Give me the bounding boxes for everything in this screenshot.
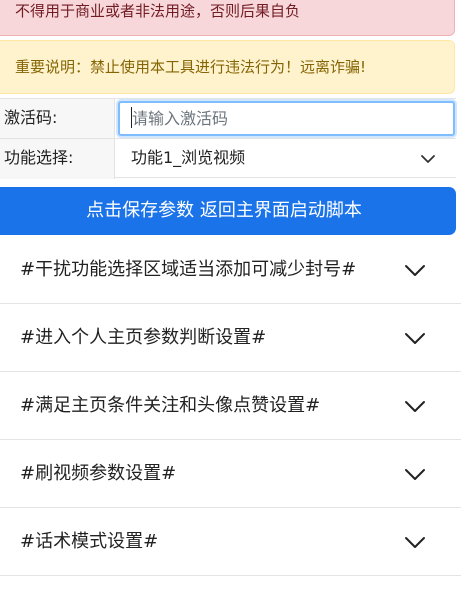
accordion-item-follow-like[interactable]: #满足主页条件关注和头像点赞设置# (0, 372, 461, 440)
disclaimer-text: 不得用于商业或者非法用途，否则后果自负 (15, 2, 301, 20)
chevron-down-icon (405, 469, 425, 480)
warning-text: 重要说明：禁止使用本工具进行违法行为！远离诈骗! (15, 58, 367, 76)
activation-row: 激活码: (0, 99, 456, 139)
chevron-down-icon (405, 333, 425, 344)
chevron-down-icon (405, 537, 425, 548)
activation-code-input[interactable] (118, 101, 455, 136)
activation-label-cell: 激活码: (0, 99, 115, 138)
function-select-row: 功能选择: 功能1_浏览视频 (0, 139, 456, 179)
text-caret (131, 107, 132, 128)
accordion-item-label: #干扰功能选择区域适当添加可减少封号# (20, 259, 357, 280)
accordion-item-script-mode[interactable]: #话术模式设置# (0, 508, 461, 576)
accordion-item-interference[interactable]: #干扰功能选择区域适当添加可减少封号# (0, 236, 461, 304)
warning-alert: 重要说明：禁止使用本工具进行违法行为！远离诈骗! (0, 40, 455, 94)
function-select-dropdown[interactable]: 功能1_浏览视频 (118, 139, 456, 179)
function-label-cell: 功能选择: (0, 139, 115, 179)
function-select-value: 功能1_浏览视频 (131, 148, 246, 167)
chevron-down-icon (405, 401, 425, 412)
accordion-item-label: #刷视频参数设置# (20, 463, 177, 484)
accordion-item-profile-check[interactable]: #进入个人主页参数判断设置# (0, 304, 461, 372)
chevron-down-icon (421, 155, 435, 163)
accordion-item-label: #进入个人主页参数判断设置# (20, 327, 267, 348)
accordion-item-video-params[interactable]: #刷视频参数设置# (0, 440, 461, 508)
save-params-button[interactable]: 点击保存参数 返回主界面启动脚本 (0, 187, 456, 235)
accordion-item-label: #话术模式设置# (20, 531, 159, 552)
chevron-down-icon (405, 265, 425, 276)
settings-form: 激活码: 功能选择: 功能1_浏览视频 (0, 98, 456, 179)
disclaimer-alert: 不得用于商业或者非法用途，否则后果自负 (0, 0, 455, 36)
activation-label: 激活码: (4, 108, 58, 127)
function-select-label: 功能选择: (4, 148, 74, 167)
accordion-item-label: #满足主页条件关注和头像点赞设置# (20, 395, 321, 416)
